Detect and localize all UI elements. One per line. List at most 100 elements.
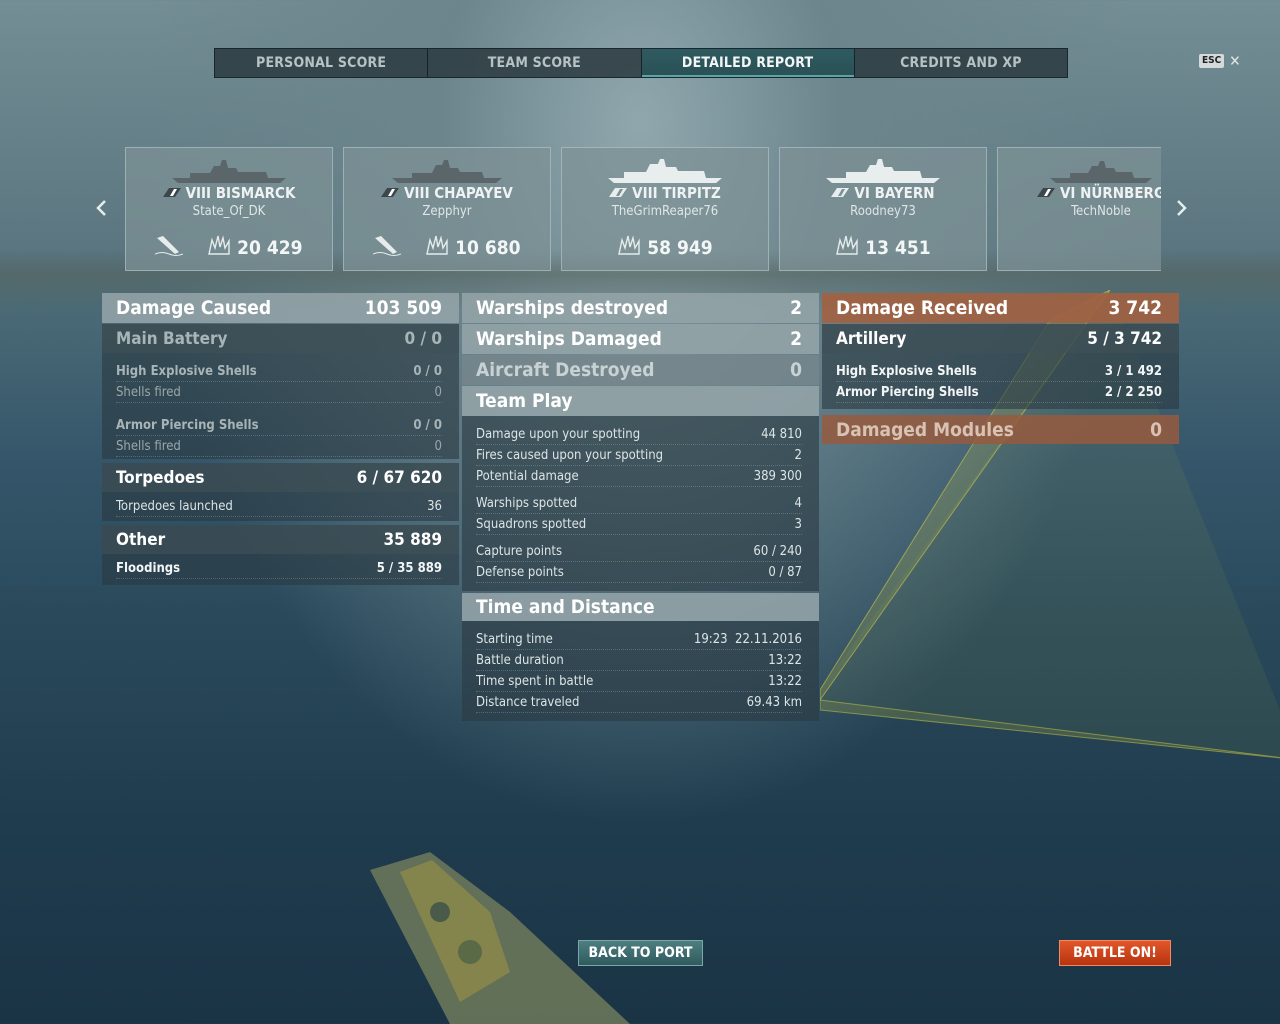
ap-shells-value: 0 / 0 — [413, 417, 442, 433]
he-shells-fired-label: Shells fired — [116, 384, 181, 400]
aircraft-destroyed-label: Aircraft Destroyed — [476, 359, 655, 381]
distance-traveled-row: Distance traveled 69.43 km — [476, 692, 802, 713]
damaged-modules-row: Damaged Modules 0 — [822, 415, 1179, 444]
ship-name: VIII BISMARCK — [126, 184, 332, 202]
damage-received-label: Damage Received — [836, 297, 1009, 319]
spotting-damage-row: Damage upon your spotting 44 810 — [476, 424, 802, 445]
he-shells-value: 0 / 0 — [413, 363, 442, 379]
player-name: State_Of_DK — [192, 204, 266, 219]
squadrons-spotted-value: 3 — [794, 516, 802, 532]
player-ship-bow — [370, 852, 630, 1024]
ship-card[interactable]: VIII CHAPAYEV Zepphyr 10 680 — [343, 147, 551, 271]
artillery-value: 5 / 3 742 — [1087, 328, 1162, 349]
close-button[interactable]: ESC ✕ — [1199, 52, 1241, 70]
ship-name: VIII CHAPAYEV — [344, 184, 550, 202]
damage-dealt: 20 429 — [126, 234, 332, 259]
sunk-ship-icon — [155, 236, 184, 256]
spotting-fires-row: Fires caused upon your spotting 2 — [476, 445, 802, 466]
ship-silhouette-icon — [608, 159, 722, 183]
starting-time-row: Starting time 19:23 22.11.2016 — [476, 629, 802, 650]
ship-silhouette-icon — [392, 160, 502, 183]
main-battery-row: Main Battery 0 / 0 — [102, 324, 459, 353]
received-ap-label: Armor Piercing Shells — [836, 384, 979, 400]
capture-points-value: 60 / 240 — [753, 543, 802, 559]
ship-card[interactable]: VIII BISMARCK State_Of_DK 20 429 — [125, 147, 333, 271]
carousel-right-arrow-icon[interactable] — [1174, 198, 1188, 218]
battleship-class-icon — [609, 188, 628, 197]
battleship-class-icon — [162, 188, 181, 197]
defense-points-label: Defense points — [476, 564, 564, 580]
defense-points-value: 0 / 87 — [768, 564, 802, 580]
battle-duration-label: Battle duration — [476, 652, 564, 668]
tab-personal-score[interactable]: PERSONAL SCORE — [215, 49, 429, 77]
spotting-fires-label: Fires caused upon your spotting — [476, 447, 664, 463]
damage-received-header: Damage Received 3 742 — [822, 293, 1179, 323]
ship-card[interactable]: VIII TIRPITZ TheGrimReaper76 58 949 — [561, 147, 769, 271]
time-distance-label: Time and Distance — [476, 596, 655, 618]
player-name: TechNoble — [1071, 204, 1131, 219]
damaged-modules-label: Damaged Modules — [836, 418, 1014, 441]
time-in-battle-label: Time spent in battle — [476, 673, 594, 689]
damage-caused-value: 103 509 — [364, 297, 442, 319]
ship-card[interactable]: VI NÜRNBERG TechNoble — [997, 147, 1161, 271]
ship-name: VI NÜRNBERG — [998, 184, 1161, 202]
sunk-ship-icon — [373, 236, 402, 256]
damage-dealt: 13 451 — [780, 234, 986, 259]
other-details: Floodings 5 / 35 889 — [102, 554, 459, 585]
cruiser-class-icon — [1036, 188, 1055, 197]
damage-caused-header: Damage Caused 103 509 — [102, 293, 459, 323]
floodings-value: 5 / 35 889 — [376, 560, 442, 576]
damage-burst-icon — [618, 235, 641, 255]
ship-silhouette-icon — [1050, 161, 1152, 183]
potential-damage-label: Potential damage — [476, 468, 579, 484]
he-shells-row: High Explosive Shells 0 / 0 — [116, 361, 442, 382]
damage-burst-icon — [426, 235, 448, 255]
tab-team-score[interactable]: TEAM SCORE — [428, 49, 642, 77]
team-play-details: Damage upon your spotting 44 810 Fires c… — [462, 416, 819, 591]
squadrons-spotted-label: Squadrons spotted — [476, 516, 587, 532]
battle-duration-value: 13:22 — [768, 652, 802, 668]
damage-received-panel: Damage Received 3 742 Artillery 5 / 3 74… — [822, 293, 1179, 444]
carousel-left-arrow-icon[interactable] — [95, 198, 109, 218]
back-to-port-button[interactable]: BACK TO PORT — [578, 940, 703, 966]
tab-detailed-report[interactable]: DETAILED REPORT — [641, 49, 855, 77]
distance-traveled-value: 69.43 km — [746, 694, 802, 710]
damaged-modules-value: 0 — [1150, 418, 1162, 441]
player-name: Roodney73 — [850, 204, 916, 219]
battle-duration-row: Battle duration 13:22 — [476, 650, 802, 671]
ship-name: VIII TIRPITZ — [562, 184, 768, 202]
spotting-damage-value: 44 810 — [761, 426, 802, 442]
torpedoes-launched-value: 36 — [427, 498, 442, 514]
player-name: TheGrimReaper76 — [611, 204, 719, 219]
damage-burst-icon — [208, 235, 230, 255]
distance-traveled-label: Distance traveled — [476, 694, 580, 710]
esc-key-badge: ESC — [1199, 54, 1225, 68]
main-battery-label: Main Battery — [116, 328, 228, 349]
torpedoes-launched-label: Torpedoes launched — [116, 498, 233, 514]
damage-dealt: 10 680 — [344, 234, 550, 259]
he-shells-fired-value: 0 — [434, 384, 442, 400]
ship-silhouette-icon — [172, 160, 286, 183]
ap-shells-fired-row: Shells fired 0 — [116, 436, 442, 457]
he-shells-label: High Explosive Shells — [116, 363, 257, 379]
battle-on-button[interactable]: BATTLE ON! — [1059, 940, 1171, 966]
tab-credits-and-xp[interactable]: CREDITS AND XP — [855, 49, 1067, 77]
warships-damaged-label: Warships Damaged — [476, 328, 662, 350]
torpedoes-value: 6 / 67 620 — [356, 467, 442, 488]
capture-points-row: Capture points 60 / 240 — [476, 541, 802, 562]
spotting-fires-value: 2 — [794, 447, 802, 463]
defense-points-row: Defense points 0 / 87 — [476, 562, 802, 583]
starting-time-value: 19:23 22.11.2016 — [693, 631, 802, 647]
ship-card[interactable]: VI BAYERN Roodney73 13 451 — [779, 147, 987, 271]
close-icon: ✕ — [1229, 52, 1241, 70]
damage-burst-icon — [836, 235, 859, 255]
warships-destroyed-value: 2 — [790, 297, 802, 319]
warships-destroyed-label: Warships destroyed — [476, 297, 669, 319]
damaged-ships-carousel: VIII BISMARCK State_Of_DK 20 429 VIII CH… — [125, 147, 1161, 271]
aircraft-destroyed-row: Aircraft Destroyed 0 — [462, 355, 819, 385]
aircraft-destroyed-value: 0 — [790, 359, 802, 381]
torpedoes-row: Torpedoes 6 / 67 620 — [102, 463, 459, 492]
artillery-row: Artillery 5 / 3 742 — [822, 324, 1179, 353]
team-play-header: Team Play — [462, 386, 819, 416]
starting-time-label: Starting time — [476, 631, 553, 647]
